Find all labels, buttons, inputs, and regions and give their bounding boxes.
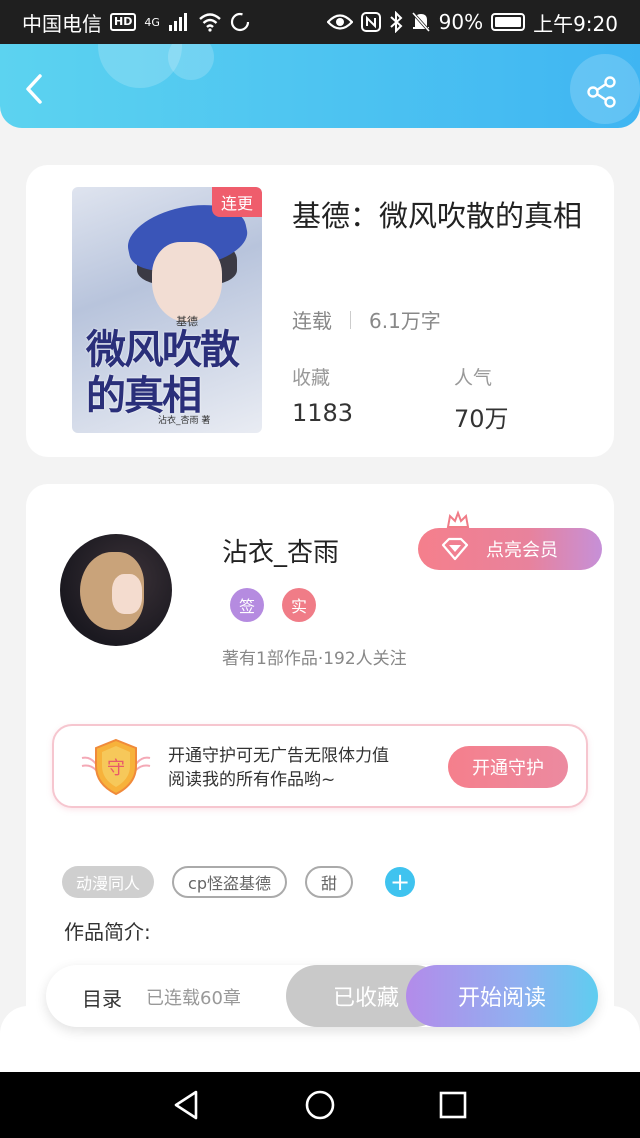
guard-promo-box: 守 开通守护可无广告无限体力值 阅读我的所有作品哟~ 开通守护 <box>52 724 588 808</box>
open-guard-button[interactable]: 开通守护 <box>448 746 568 788</box>
reading-action-bar: 目录 已连载60章 已收藏 开始阅读 <box>46 965 598 1027</box>
book-cover[interactable]: 基德 微风吹散的真相 沾衣_杏雨 著 连更 <box>72 187 262 433</box>
collections-label: 收藏 <box>292 367 331 389</box>
carrier-label: 中国电信 <box>22 11 102 36</box>
cover-art-face <box>152 242 222 322</box>
tag-item[interactable]: cp怪盗基德 <box>172 866 287 898</box>
nav-home-icon[interactable] <box>303 1088 337 1122</box>
nfc-icon <box>360 12 381 32</box>
signed-badge: 签 <box>230 588 264 622</box>
serial-update-badge: 连更 <box>211 187 262 217</box>
header-bubble-decoration <box>168 44 214 80</box>
clock: 上午9:20 <box>533 11 618 36</box>
meta-divider <box>350 310 351 329</box>
intro-label: 作品简介: <box>64 920 151 944</box>
status-bar: 中国电信 HD 4G 90% 上午9:20 <box>0 0 640 44</box>
bluetooth-icon <box>389 11 403 33</box>
book-title: 基德：微风吹散的真相 <box>292 199 583 233</box>
author-stats: 著有1部作品·192人关注 <box>222 649 407 669</box>
author-name[interactable]: 沾衣_杏雨 <box>222 532 339 569</box>
wifi-icon <box>199 13 221 32</box>
collections-value: 1183 <box>292 399 354 427</box>
tag-list: 动漫同人 cp怪盗基德 甜 + <box>62 866 415 898</box>
tag-item[interactable]: 动漫同人 <box>62 866 155 898</box>
crown-icon <box>446 510 470 528</box>
popularity-value: 70万 <box>454 405 509 433</box>
guard-shield-icon: 守 <box>81 738 151 796</box>
light-up-vip-button[interactable]: 点亮会员 <box>418 528 602 570</box>
cover-author: 沾衣_杏雨 著 <box>158 416 211 426</box>
avatar-art-face <box>112 574 142 614</box>
network-label: 4G <box>144 15 160 29</box>
book-status: 连载 <box>292 309 332 333</box>
loading-icon <box>230 12 249 32</box>
signal-icon <box>168 13 187 31</box>
battery-percent: 90% <box>438 10 484 34</box>
catalog-button[interactable]: 目录 <box>82 983 122 1012</box>
popularity-label: 人气 <box>454 367 493 389</box>
header-bar <box>0 44 640 128</box>
back-arrow-icon[interactable] <box>20 72 50 106</box>
book-meta: 连载 6.1万字 <box>292 305 441 334</box>
nav-recents-icon[interactable] <box>436 1088 470 1122</box>
cover-title: 微风吹散的真相 <box>86 326 240 419</box>
start-reading-button[interactable]: 开始阅读 <box>406 965 598 1027</box>
eye-icon <box>326 14 353 30</box>
guard-promo-line1: 开通守护可无广告无限体力值 <box>168 746 389 766</box>
chapter-count: 已连载60章 <box>146 988 241 1009</box>
guard-promo-text: 开通守护可无广告无限体力值 阅读我的所有作品哟~ <box>168 744 389 792</box>
book-info-card: 基德 微风吹散的真相 沾衣_杏雨 著 连更 基德：微风吹散的真相 连载 6.1万… <box>26 165 614 457</box>
system-nav-bar <box>0 1072 640 1138</box>
word-count: 6.1万字 <box>369 309 441 333</box>
battery-icon <box>491 13 526 31</box>
hd-icon: HD <box>110 13 137 31</box>
mute-bell-icon <box>411 12 430 32</box>
author-avatar[interactable] <box>60 534 172 646</box>
tag-item[interactable]: 甜 <box>304 866 353 898</box>
verified-badge: 实 <box>282 588 316 622</box>
diamond-icon <box>441 537 469 561</box>
guard-promo-line2: 阅读我的所有作品哟~ <box>168 770 336 790</box>
nav-back-icon[interactable] <box>170 1088 204 1122</box>
share-icon[interactable] <box>586 76 618 108</box>
vip-button-label: 点亮会员 <box>486 540 558 561</box>
add-tag-plus-icon[interactable]: + <box>385 867 415 897</box>
svg-text:守: 守 <box>107 758 125 779</box>
